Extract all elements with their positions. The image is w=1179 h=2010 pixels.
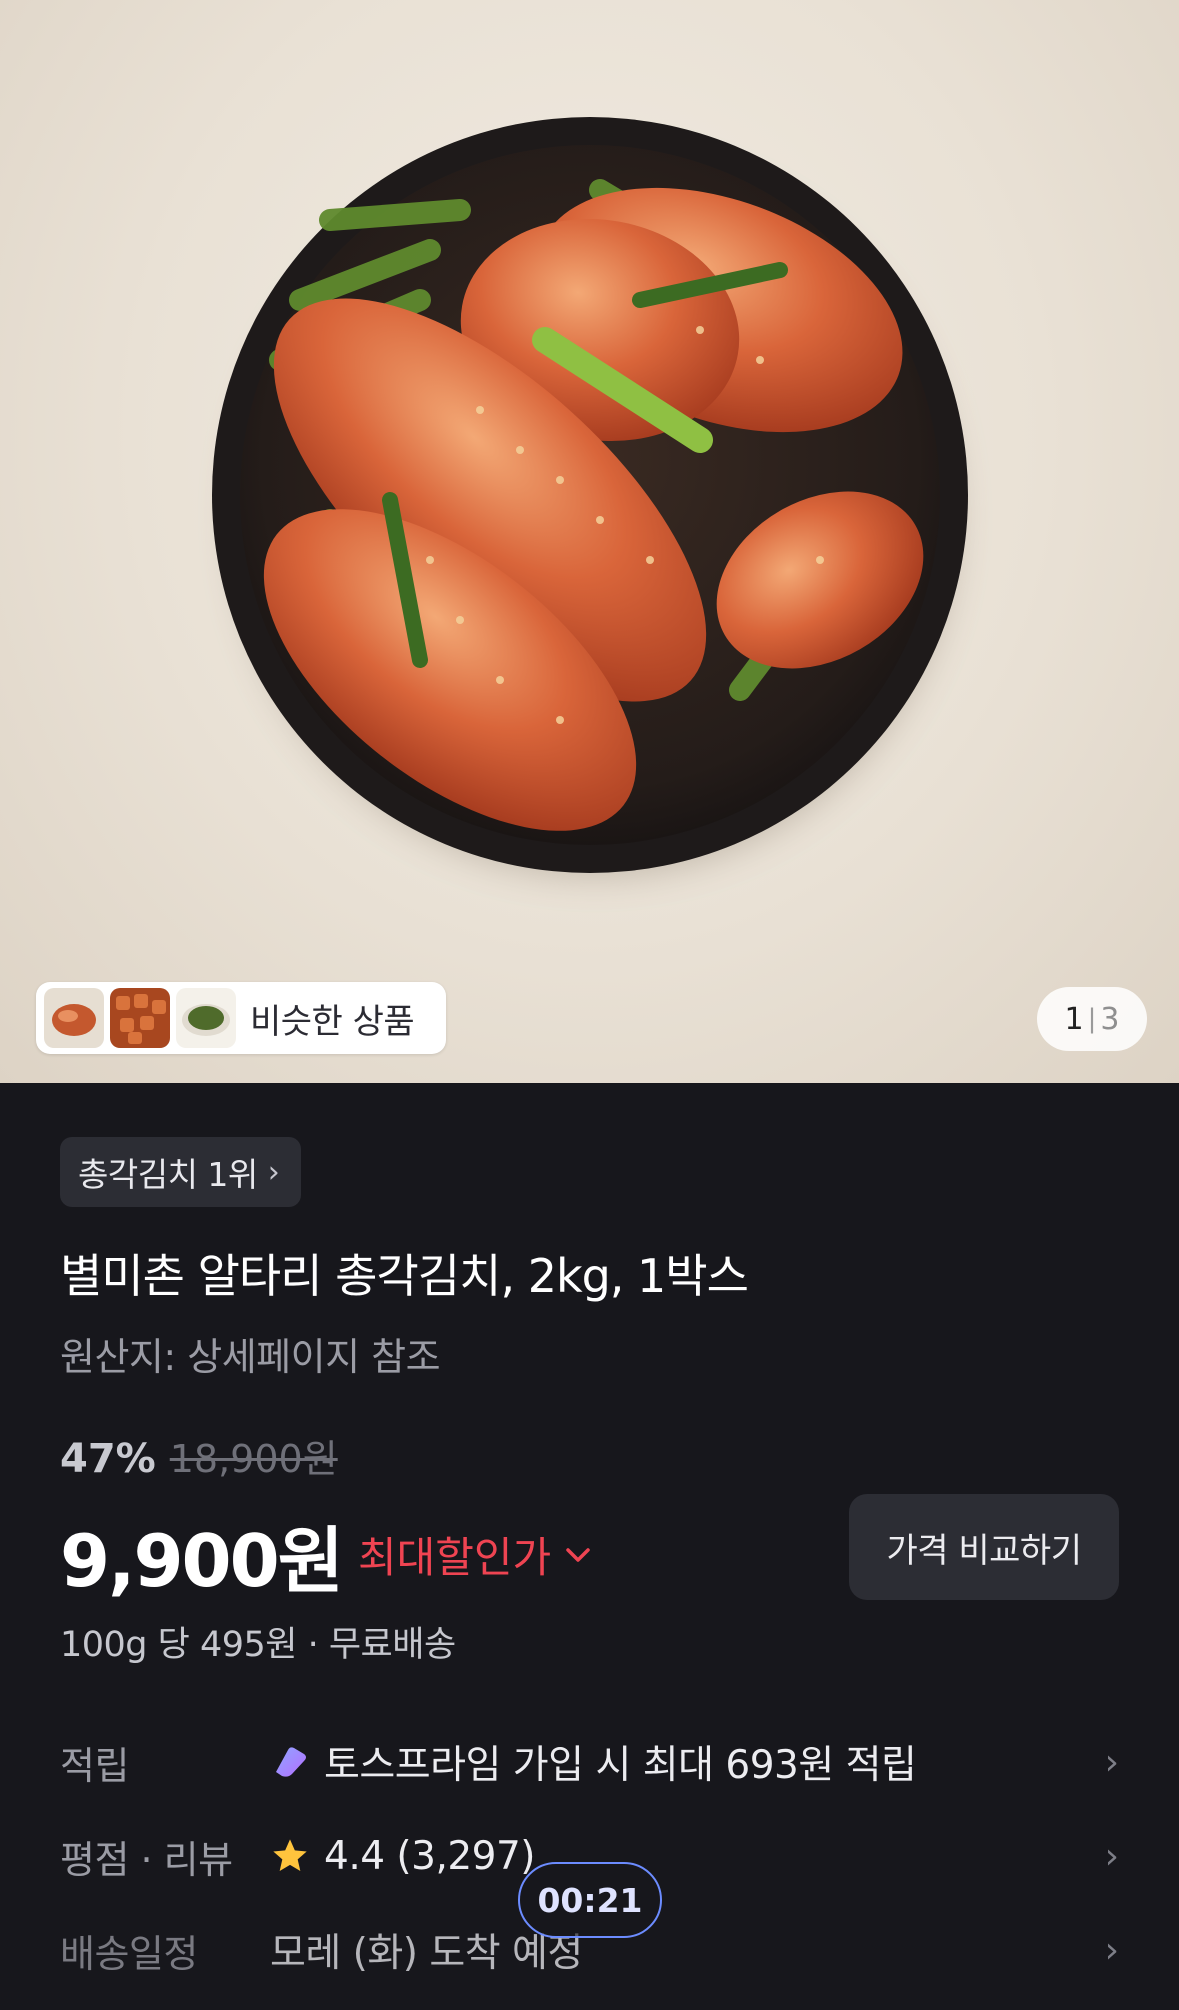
star-icon [273, 1839, 307, 1871]
review-value: 4.4 (3,297) [324, 1833, 536, 1879]
chevron-right-icon: › [267, 1154, 280, 1190]
chevron-down-icon [566, 1547, 590, 1562]
similar-thumb-2 [110, 988, 170, 1048]
chevron-right-icon: › [1104, 1929, 1119, 1971]
image-page-counter: 1 | 3 [1037, 987, 1147, 1051]
discount-rate: 47% [60, 1436, 156, 1482]
compare-price-button[interactable]: 가격 비교하기 [849, 1494, 1119, 1600]
similar-thumb-1 [44, 988, 104, 1048]
similar-thumb-3 [176, 988, 236, 1048]
similar-products-label: 비슷한 상품 [250, 1001, 415, 1042]
sale-price: 9,900원 [60, 1519, 344, 1603]
category-rank-badge[interactable]: 총각김치 1위 › [60, 1137, 302, 1207]
page-separator: | [1087, 1004, 1097, 1034]
point-label: 적립 [60, 1743, 129, 1788]
unit-price-shipping: 100g 당 495원 · 무료배송 [60, 1625, 456, 1665]
page-current: 1 [1064, 1001, 1084, 1037]
point-row[interactable]: 적립 토스프라임 가입 시 최대 693원 적립 › [60, 1722, 1119, 1802]
price-row: 9,900원 최대할인가 [60, 1502, 591, 1607]
chevron-right-icon: › [1104, 1741, 1119, 1783]
shipping-label: 배송일정 [60, 1931, 198, 1976]
chevron-right-icon: › [1104, 1835, 1119, 1877]
max-discount-toggle[interactable]: 최대할인가 [358, 1524, 591, 1585]
product-photo [212, 117, 968, 875]
point-value: 토스프라임 가입 시 최대 693원 적립 [324, 1743, 917, 1788]
original-price: 18,900원 [169, 1437, 338, 1481]
toss-prime-icon [276, 1747, 306, 1777]
similar-products-button[interactable]: 비슷한 상품 [36, 982, 446, 1054]
rank-badge-label: 총각김치 1위 [78, 1155, 258, 1194]
page-total: 3 [1100, 1001, 1120, 1037]
product-origin: 원산지: 상세페이지 참조 [60, 1335, 441, 1379]
discount-row: 47% 18,900원 [60, 1428, 338, 1483]
product-title: 별미촌 알타리 총각김치, 2kg, 1박스 [60, 1249, 749, 1303]
max-discount-label: 최대할인가 [357, 1533, 552, 1582]
review-label: 평점 · 리뷰 [60, 1837, 233, 1882]
product-image-carousel[interactable]: 비슷한 상품 1 | 3 [0, 0, 1179, 1083]
recording-timer[interactable]: 00:21 [518, 1862, 662, 1938]
